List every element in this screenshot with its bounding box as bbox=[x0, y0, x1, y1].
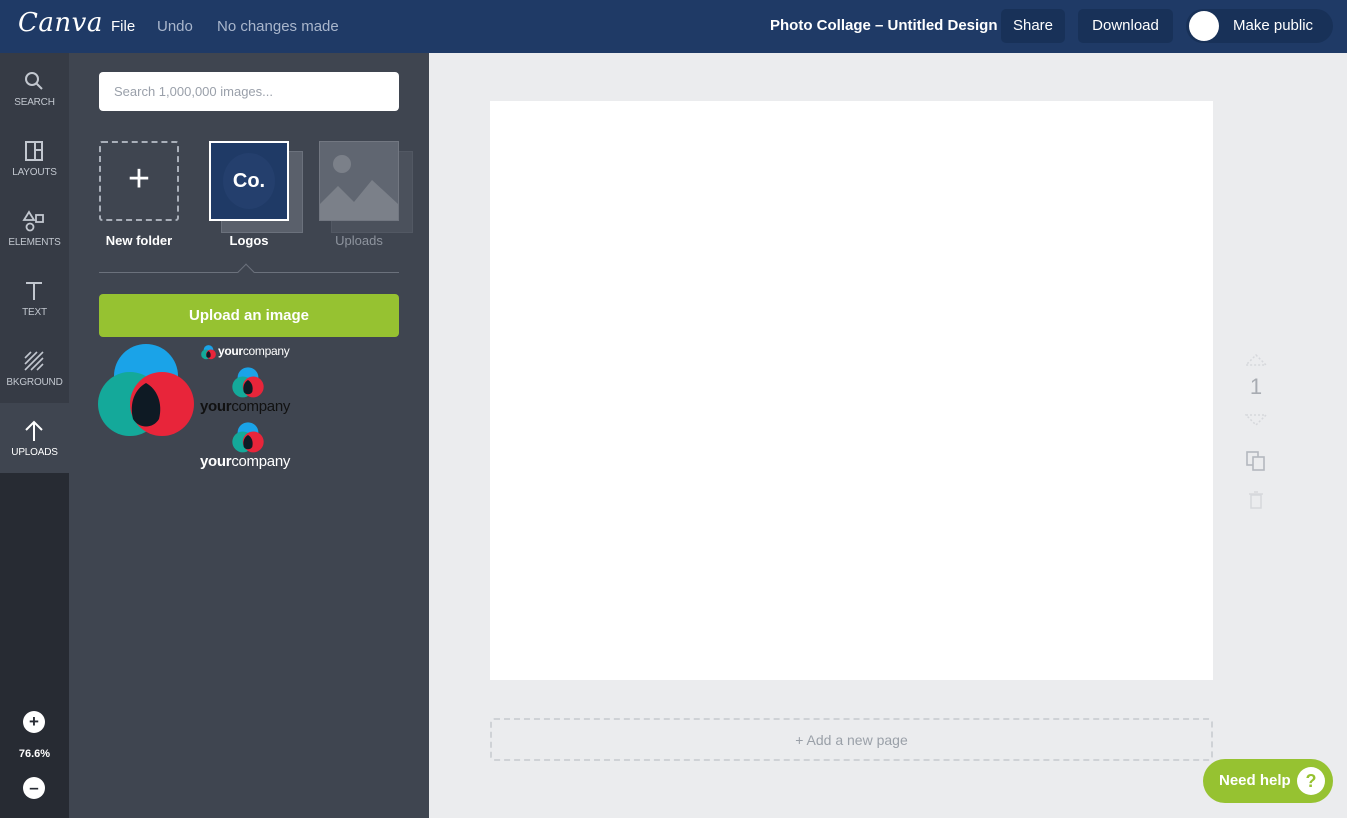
elements-icon bbox=[22, 210, 44, 232]
folder-label-uploads: Uploads bbox=[335, 233, 383, 248]
logo-mark-icon bbox=[232, 367, 264, 398]
add-page-button[interactable]: + Add a new page bbox=[490, 718, 1213, 761]
logo-thumbnail-small[interactable]: yourcompany bbox=[201, 344, 311, 360]
zoom-in-button[interactable]: + bbox=[23, 711, 45, 733]
logo-word-company: company bbox=[242, 344, 290, 358]
move-page-down-icon[interactable] bbox=[1245, 414, 1267, 426]
rail-label: SEARCH bbox=[14, 97, 55, 108]
rail-item-uploads[interactable]: UPLOADS bbox=[0, 403, 69, 473]
design-title[interactable]: Photo Collage – Untitled Design bbox=[770, 17, 998, 34]
folder-label-new: New folder bbox=[105, 233, 173, 248]
rail-item-layouts[interactable]: LAYOUTS bbox=[0, 123, 69, 193]
toggle-knob bbox=[1189, 11, 1219, 41]
logo-word-your: your bbox=[218, 344, 243, 358]
logo-thumbnail-stacked-dark[interactable]: yourcompany bbox=[200, 367, 300, 417]
rail-label: ELEMENTS bbox=[8, 237, 61, 248]
rail-item-search[interactable]: SEARCH bbox=[0, 53, 69, 123]
text-icon bbox=[26, 282, 42, 300]
logo-mark-icon bbox=[232, 422, 264, 453]
zoom-level: 76.6% bbox=[18, 748, 51, 760]
logo-word-your: your bbox=[200, 398, 232, 415]
logo-word-your: your bbox=[200, 453, 232, 470]
logos-folder-thumb: Co. bbox=[209, 141, 289, 221]
rail-label: BKGROUND bbox=[6, 377, 63, 388]
logo-word-company: company bbox=[231, 453, 291, 470]
move-page-up-icon[interactable] bbox=[1245, 354, 1267, 366]
rail-label: UPLOADS bbox=[11, 447, 58, 458]
zoom-out-button[interactable]: – bbox=[23, 777, 45, 799]
share-button[interactable]: Share bbox=[1001, 9, 1065, 43]
folder-uploads[interactable] bbox=[319, 141, 413, 233]
make-public-label: Make public bbox=[1233, 17, 1314, 34]
folder-logos[interactable]: Co. bbox=[209, 141, 303, 233]
canva-logo[interactable]: Canva bbox=[18, 8, 103, 38]
question-mark-icon: ? bbox=[1297, 767, 1325, 795]
logo-thumbnail-large[interactable] bbox=[97, 343, 195, 441]
design-page[interactable] bbox=[490, 101, 1213, 680]
layouts-icon bbox=[25, 141, 43, 161]
rail-label: TEXT bbox=[22, 307, 47, 318]
save-status: No changes made bbox=[217, 18, 339, 35]
rail-item-text[interactable]: TEXT bbox=[0, 263, 69, 333]
need-help-button[interactable]: Need help ? bbox=[1203, 759, 1333, 803]
undo-button[interactable]: Undo bbox=[157, 18, 193, 35]
plus-icon: + bbox=[127, 158, 151, 200]
make-public-toggle[interactable]: Make public bbox=[1186, 9, 1333, 43]
need-help-label: Need help bbox=[1219, 772, 1291, 789]
upload-image-button[interactable]: Upload an image bbox=[99, 294, 399, 337]
uploads-panel: + New folder Co. Logos Uploads Upload an… bbox=[69, 53, 429, 818]
duplicate-page-icon[interactable] bbox=[1245, 450, 1267, 472]
download-button[interactable]: Download bbox=[1078, 9, 1173, 43]
top-bar: Canva File Undo No changes made Photo Co… bbox=[0, 0, 1347, 53]
page-number: 1 bbox=[1249, 374, 1263, 399]
divider-pointer bbox=[237, 263, 255, 281]
tool-rail: SEARCH LAYOUTS ELEMENTS TEXT BKGROUND UP… bbox=[0, 53, 69, 818]
new-folder-button[interactable]: + bbox=[99, 141, 179, 221]
delete-page-icon[interactable] bbox=[1245, 490, 1267, 510]
logo-mark-icon bbox=[201, 345, 216, 360]
rail-label: LAYOUTS bbox=[12, 167, 57, 178]
background-icon bbox=[24, 351, 44, 371]
upload-arrow-icon bbox=[25, 420, 43, 441]
rail-item-elements[interactable]: ELEMENTS bbox=[0, 193, 69, 263]
rail-item-background[interactable]: BKGROUND bbox=[0, 333, 69, 403]
folder-label-logos: Logos bbox=[229, 233, 269, 248]
logos-thumb-text: Co. bbox=[232, 170, 266, 192]
search-icon bbox=[25, 72, 43, 90]
file-menu[interactable]: File bbox=[111, 18, 135, 35]
logo-word-company: company bbox=[231, 398, 291, 415]
image-search-input[interactable] bbox=[99, 72, 399, 111]
image-placeholder-icon bbox=[319, 141, 399, 221]
logo-thumbnail-stacked-light[interactable]: yourcompany bbox=[200, 422, 300, 472]
